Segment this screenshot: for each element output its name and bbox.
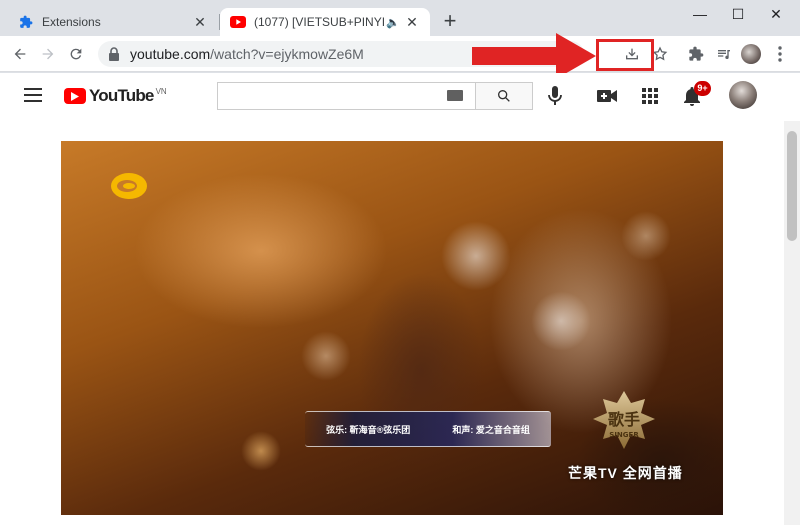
speaker-icon[interactable]: 🔈 xyxy=(386,16,400,29)
close-window-button[interactable]: ✕ xyxy=(756,0,796,28)
tab-extensions[interactable]: Extensions ✕ xyxy=(8,8,218,36)
search-button[interactable] xyxy=(475,82,533,110)
credits-lower-third: 弦乐: 靳海音®弦乐团 和声: 爱之音合音组 xyxy=(305,411,551,447)
bokeh-light xyxy=(301,331,351,381)
url-path: /watch?v=ejykmowZe6M xyxy=(210,46,364,62)
singer-show-emblem: 歌手 SINGER xyxy=(593,391,655,449)
media-queue-icon[interactable] xyxy=(712,42,736,66)
country-code: VN xyxy=(155,86,167,96)
back-arrow-icon[interactable] xyxy=(8,42,32,66)
maximize-button[interactable]: ☐ xyxy=(718,0,758,28)
emblem-subtitle: SINGER xyxy=(609,431,639,439)
hamburger-menu-icon[interactable] xyxy=(24,88,42,102)
tab-youtube-video[interactable]: (1077) [VIETSUB+PINYIN] ♪ [ 🔈 ✕ xyxy=(220,8,430,36)
profile-avatar[interactable] xyxy=(741,44,761,64)
search-icon xyxy=(498,90,510,102)
extensions-icon[interactable] xyxy=(684,42,708,66)
forward-arrow-icon[interactable] xyxy=(36,42,60,66)
search-input[interactable] xyxy=(217,82,475,110)
page-scrollbar[interactable] xyxy=(784,121,800,525)
tab-title: Extensions xyxy=(42,15,101,29)
create-video-icon[interactable] xyxy=(595,84,619,108)
tab-title: (1077) [VIETSUB+PINYIN] ♪ [ xyxy=(254,15,386,29)
keyboard-icon[interactable] xyxy=(447,90,463,101)
minimize-button[interactable]: — xyxy=(680,0,720,28)
emblem-title: 歌手 xyxy=(608,410,640,429)
menu-dots-icon[interactable] xyxy=(768,42,792,66)
broadcast-watermark: 芒果TV 全网首播 xyxy=(568,465,683,481)
notification-badge: 9+ xyxy=(694,81,711,96)
browser-toolbar: youtube.com/watch?v=ejykmowZe6M xyxy=(0,36,800,72)
tab-close-icon[interactable]: ✕ xyxy=(404,14,420,30)
mango-tv-logo xyxy=(111,173,147,199)
bokeh-light xyxy=(621,211,671,261)
youtube-logo[interactable]: YouTube VN xyxy=(64,86,167,106)
youtube-header: YouTube VN 9+ xyxy=(0,73,784,121)
new-tab-button[interactable]: + xyxy=(438,10,462,34)
bokeh-light xyxy=(241,431,281,471)
youtube-play-icon xyxy=(64,88,86,104)
download-highlight-box xyxy=(596,39,654,71)
video-player[interactable]: 弦乐: 靳海音®弦乐团 和声: 爱之音合音组 歌手 SINGER 芒果TV 全网… xyxy=(61,141,723,515)
microphone-icon[interactable] xyxy=(543,84,567,108)
lock-icon[interactable] xyxy=(108,47,122,61)
bokeh-light xyxy=(531,291,591,351)
puzzle-icon xyxy=(18,14,34,30)
tab-strip: Extensions ✕ (1077) [VIETSUB+PINYIN] ♪ [… xyxy=(0,0,800,36)
credit-strings: 弦乐: 靳海音®弦乐团 xyxy=(326,424,411,435)
tab-close-icon[interactable]: ✕ xyxy=(192,14,208,30)
logo-text: YouTube xyxy=(89,86,154,105)
web-page: YouTube VN 9+ 弦乐: 靳海音®弦乐团 和声: 爱之音合音组 歌手 … xyxy=(0,73,800,525)
apps-grid-icon[interactable] xyxy=(638,84,662,108)
scrollbar-thumb[interactable] xyxy=(787,131,797,241)
credit-harmony: 和声: 爱之音合音组 xyxy=(452,424,530,435)
account-avatar[interactable] xyxy=(729,81,757,109)
url-host: youtube.com xyxy=(130,46,211,62)
youtube-icon xyxy=(230,14,246,30)
reload-icon[interactable] xyxy=(64,42,88,66)
bokeh-light xyxy=(441,221,511,291)
